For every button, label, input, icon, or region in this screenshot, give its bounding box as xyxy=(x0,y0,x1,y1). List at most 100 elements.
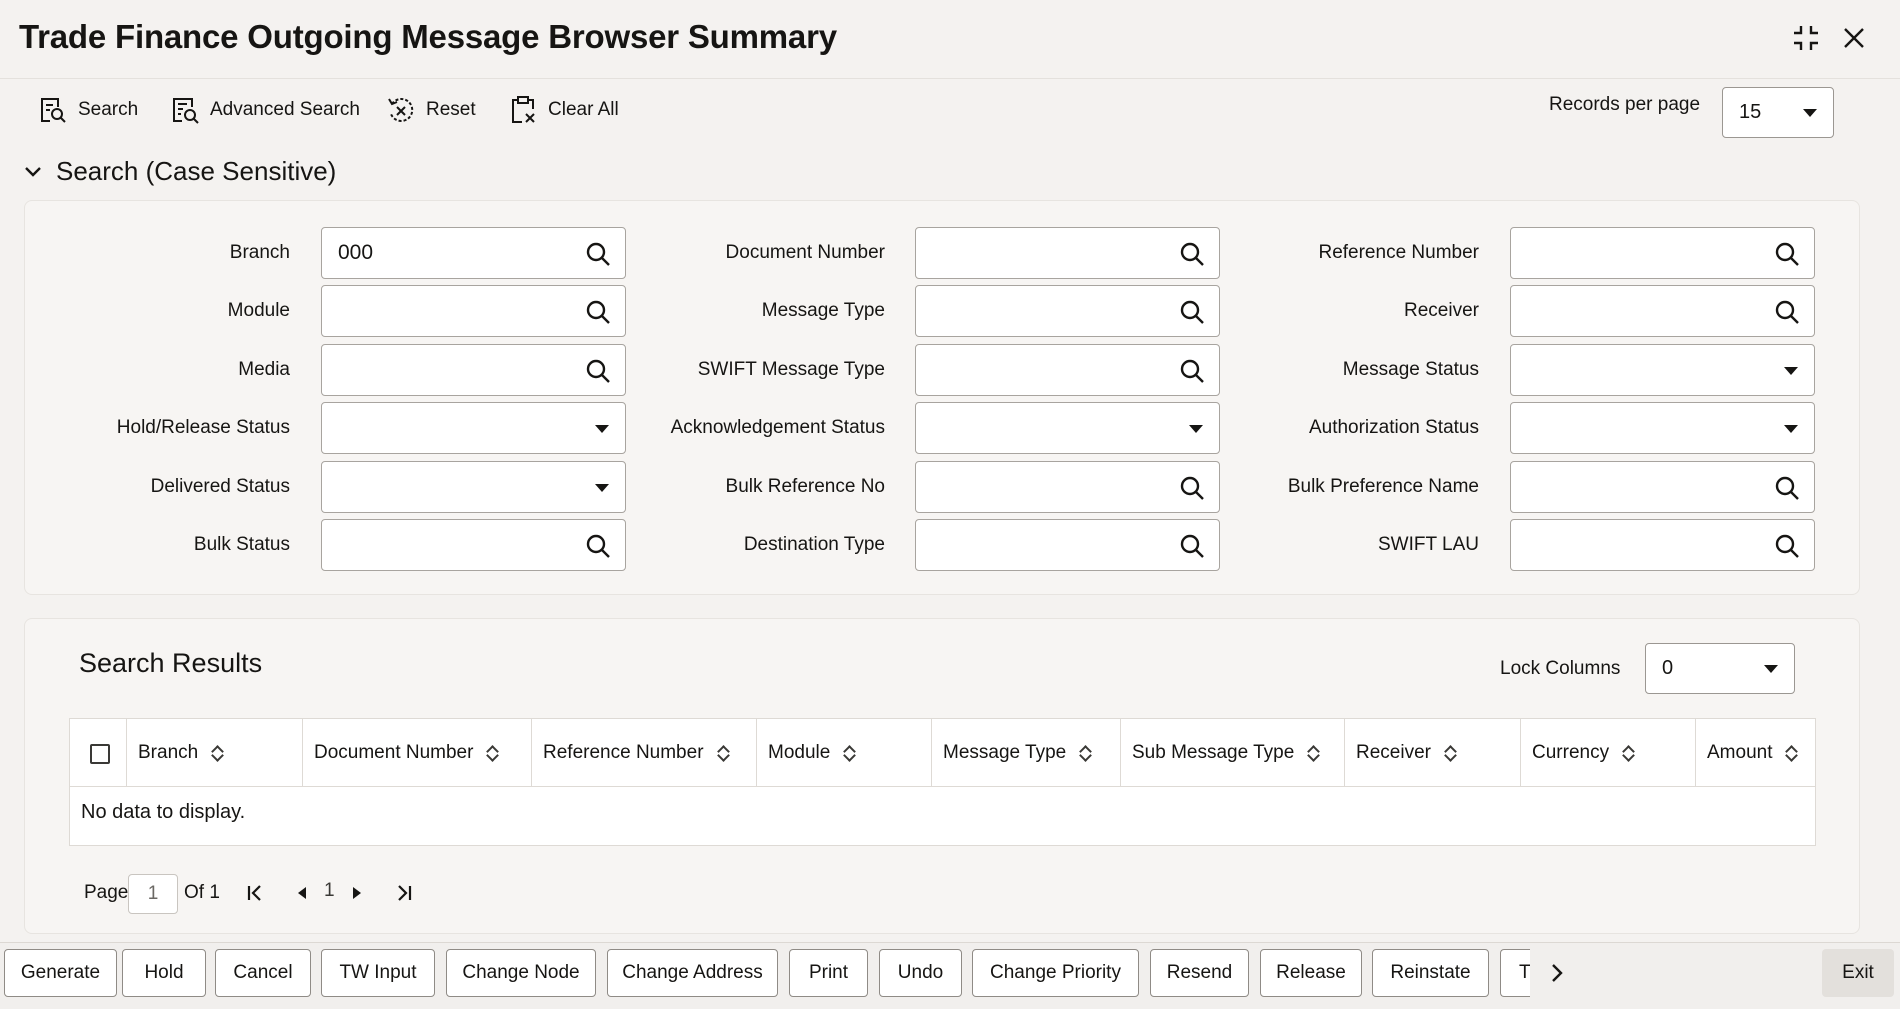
delivered-status-label: Delivered Status xyxy=(150,476,290,497)
change-address-button[interactable]: Change Address xyxy=(607,949,778,997)
delivered-status-select[interactable] xyxy=(321,461,626,513)
document-number-input[interactable] xyxy=(915,227,1220,279)
column-header-sub-message-type[interactable]: Sub Message Type xyxy=(1120,719,1344,787)
chevron-down-icon xyxy=(1764,664,1778,673)
column-label: Sub Message Type xyxy=(1132,742,1295,763)
lock-columns-value: 0 xyxy=(1662,657,1674,679)
column-header-amount[interactable]: Amount xyxy=(1695,719,1815,787)
column-header-document-number[interactable]: Document Number xyxy=(302,719,531,787)
change-priority-button[interactable]: Change Priority xyxy=(972,949,1139,997)
search-icon[interactable] xyxy=(1774,299,1800,325)
search-icon[interactable] xyxy=(1774,241,1800,267)
bulk-reference-no-input[interactable] xyxy=(915,461,1220,513)
search-icon[interactable] xyxy=(585,241,611,267)
bulk-status-input[interactable] xyxy=(321,519,626,571)
release-button[interactable]: Release xyxy=(1260,949,1362,997)
chevron-right-icon[interactable] xyxy=(1542,958,1572,988)
last-page-icon[interactable] xyxy=(389,878,419,908)
bulk-preference-name-input[interactable] xyxy=(1510,461,1815,513)
search-icon[interactable] xyxy=(1179,299,1205,325)
advanced-search-button[interactable]: Advanced Search xyxy=(170,92,360,128)
media-label: Media xyxy=(238,359,290,380)
hold-release-status-select[interactable] xyxy=(321,402,626,454)
next-page-icon[interactable] xyxy=(342,878,372,908)
chevron-down-icon xyxy=(595,484,609,492)
acknowledgement-status-label: Acknowledgement Status xyxy=(670,417,885,438)
tw-input-button[interactable]: TW Input xyxy=(321,949,435,997)
chevron-down-icon xyxy=(595,425,609,433)
records-per-page-select[interactable]: 15 xyxy=(1722,87,1834,138)
reset-button[interactable]: Reset xyxy=(386,92,476,128)
branch-input[interactable]: 000 xyxy=(321,227,626,279)
sort-icon xyxy=(1308,744,1320,762)
receiver-input[interactable] xyxy=(1510,285,1815,337)
sort-icon xyxy=(487,744,499,762)
column-header-module[interactable]: Module xyxy=(756,719,931,787)
destination-type-label: Destination Type xyxy=(743,534,885,555)
page: Trade Finance Outgoing Message Browser S… xyxy=(0,0,1900,1009)
column-label: Amount xyxy=(1707,742,1773,763)
search-icon[interactable] xyxy=(1179,475,1205,501)
receiver-label: Receiver xyxy=(1404,300,1479,321)
change-node-button[interactable]: Change Node xyxy=(446,949,596,997)
hold-button[interactable]: Hold xyxy=(122,949,206,997)
undo-button[interactable]: Undo xyxy=(879,949,962,997)
page-number-input[interactable]: 1 xyxy=(128,874,178,914)
search-section-toggle[interactable]: Search (Case Sensitive) xyxy=(24,156,336,187)
message-status-select[interactable] xyxy=(1510,344,1815,396)
records-per-page-label: Records per page xyxy=(1549,94,1701,115)
reference-number-input[interactable] xyxy=(1510,227,1815,279)
records-per-page-value: 15 xyxy=(1739,101,1762,123)
hold-release-status-label: Hold/Release Status xyxy=(116,417,290,438)
page-title: Trade Finance Outgoing Message Browser S… xyxy=(19,18,837,55)
reinstate-button[interactable]: Reinstate xyxy=(1372,949,1489,997)
lock-columns-select[interactable]: 0 xyxy=(1645,643,1795,694)
authorization-status-label: Authorization Status xyxy=(1308,417,1479,438)
authorization-status-select[interactable] xyxy=(1510,402,1815,454)
search-icon[interactable] xyxy=(1774,475,1800,501)
column-label: Reference Number xyxy=(543,742,704,763)
chevron-down-icon xyxy=(1803,108,1817,117)
results-table: Branch Document Number Reference Number … xyxy=(69,718,1816,846)
media-input[interactable] xyxy=(321,344,626,396)
resend-button[interactable]: Resend xyxy=(1150,949,1249,997)
search-button[interactable]: Search xyxy=(38,92,138,128)
column-header-receiver[interactable]: Receiver xyxy=(1344,719,1520,787)
search-icon[interactable] xyxy=(585,358,611,384)
select-all-checkbox[interactable] xyxy=(90,744,110,764)
maximize-icon[interactable] xyxy=(1788,20,1824,56)
swift-lau-input[interactable] xyxy=(1510,519,1815,571)
column-header-branch[interactable]: Branch xyxy=(126,719,302,787)
chevron-down-icon xyxy=(25,166,41,177)
destination-type-input[interactable] xyxy=(915,519,1220,571)
message-type-input[interactable] xyxy=(915,285,1220,337)
cancel-button[interactable]: Cancel xyxy=(215,949,311,997)
advanced-search-button-label: Advanced Search xyxy=(210,99,360,120)
search-icon[interactable] xyxy=(1179,241,1205,267)
generate-button[interactable]: Generate xyxy=(4,949,117,997)
first-page-icon[interactable] xyxy=(240,878,270,908)
search-icon[interactable] xyxy=(1179,533,1205,559)
swift-message-type-input[interactable] xyxy=(915,344,1220,396)
search-button-label: Search xyxy=(78,99,139,120)
print-button[interactable]: Print xyxy=(789,949,868,997)
current-page: 1 xyxy=(324,880,335,901)
module-input[interactable] xyxy=(321,285,626,337)
column-header-reference-number[interactable]: Reference Number xyxy=(531,719,756,787)
close-icon[interactable] xyxy=(1836,20,1872,56)
column-header-message-type[interactable]: Message Type xyxy=(931,719,1120,787)
column-label: Message Type xyxy=(943,742,1067,763)
acknowledgement-status-select[interactable] xyxy=(915,402,1220,454)
bulk-preference-name-label: Bulk Preference Name xyxy=(1287,476,1479,497)
search-icon[interactable] xyxy=(585,299,611,325)
search-icon[interactable] xyxy=(1179,358,1205,384)
overflow-button[interactable]: T xyxy=(1500,949,1530,997)
branch-value: 000 xyxy=(338,241,374,264)
exit-button[interactable]: Exit xyxy=(1822,949,1894,997)
search-icon[interactable] xyxy=(585,533,611,559)
column-header-currency[interactable]: Currency xyxy=(1520,719,1695,787)
clear-all-button[interactable]: Clear All xyxy=(508,92,619,128)
swift-lau-label: SWIFT LAU xyxy=(1378,534,1479,555)
previous-page-icon[interactable] xyxy=(287,878,317,908)
search-icon[interactable] xyxy=(1774,533,1800,559)
